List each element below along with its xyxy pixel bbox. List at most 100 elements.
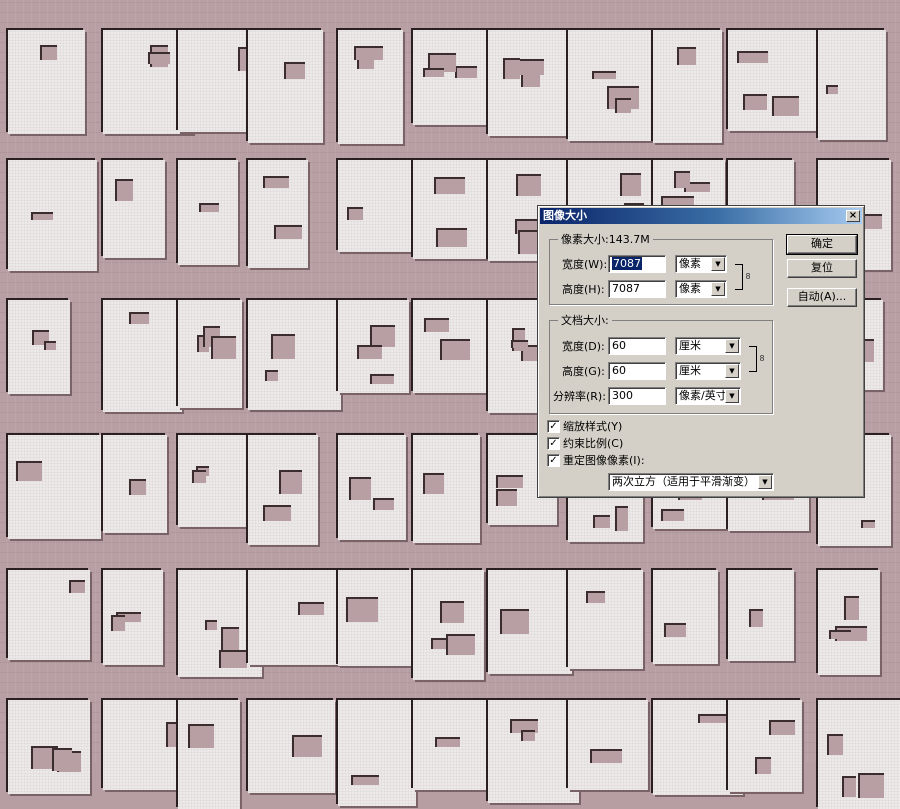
texture-hole (861, 520, 875, 528)
texture-hole (129, 479, 146, 495)
pixel-height-label: 高度(H): (562, 283, 605, 296)
texture-tile (338, 700, 416, 806)
texture-hole (436, 228, 467, 247)
texture-hole (16, 461, 42, 481)
doc-height-input[interactable]: 60 (608, 362, 666, 380)
texture-hole (829, 630, 851, 639)
texture-hole (423, 473, 444, 494)
texture-hole (44, 341, 56, 350)
chevron-down-icon: ▼ (725, 364, 739, 378)
doc-height-unit-select[interactable]: 厘米 ▼ (675, 362, 741, 380)
texture-tile (178, 30, 257, 132)
texture-tile (818, 570, 880, 675)
doc-link-bracket (749, 346, 757, 372)
constrain-proportions-label: 约束比例(C) (563, 437, 624, 450)
resolution-label: 分辨率(R): (553, 390, 606, 403)
texture-hole (772, 96, 799, 116)
resample-method-select[interactable]: 两次立方（适用于平滑渐变） ▼ (608, 473, 774, 491)
texture-hole (354, 46, 383, 60)
texture-tile (103, 160, 165, 258)
texture-hole (590, 749, 622, 763)
texture-hole (423, 68, 444, 77)
texture-hole (284, 62, 305, 79)
dialog-titlebar[interactable]: 图像大小 × (540, 208, 862, 224)
doc-height-label: 高度(G): (562, 365, 605, 378)
texture-tile (728, 700, 802, 792)
chevron-down-icon: ▼ (725, 389, 739, 403)
ok-button[interactable]: 确定 (786, 234, 858, 255)
texture-hole (199, 203, 219, 212)
resample-checkbox[interactable]: ✓ (547, 454, 560, 467)
texture-hole (516, 174, 541, 196)
pixel-link-bracket (735, 264, 743, 290)
chevron-down-icon: ▼ (711, 282, 725, 296)
pixel-width-unit-select[interactable]: 像素 ▼ (675, 255, 727, 273)
doc-width-unit-select[interactable]: 厘米 ▼ (675, 337, 741, 355)
pixel-width-input[interactable]: 7087 (608, 255, 666, 273)
texture-hole (737, 51, 768, 63)
texture-hole (749, 609, 763, 627)
texture-hole (677, 47, 696, 65)
texture-hole (346, 597, 378, 622)
texture-hole (271, 334, 295, 359)
texture-hole (188, 724, 214, 748)
texture-hole (373, 498, 394, 510)
texture-hole (40, 45, 57, 60)
texture-hole (620, 173, 641, 196)
texture-hole (347, 207, 363, 220)
pixel-dimensions-label: 像素大小:143.7M (558, 233, 653, 246)
texture-hole (615, 98, 631, 113)
texture-hole (521, 730, 535, 741)
texture-hole (664, 623, 686, 637)
link-icon: 8 (745, 272, 751, 281)
texture-hole (661, 509, 684, 521)
chevron-down-icon: ▼ (711, 257, 725, 271)
chevron-down-icon: ▼ (758, 475, 772, 489)
scale-styles-checkbox[interactable]: ✓ (547, 420, 560, 433)
texture-hole (263, 505, 291, 521)
texture-hole (844, 596, 859, 620)
texture-hole (424, 318, 449, 332)
close-button[interactable]: × (846, 210, 860, 222)
texture-hole (221, 627, 239, 650)
texture-hole (129, 312, 149, 324)
texture-hole (298, 602, 324, 615)
texture-hole (593, 515, 610, 528)
texture-hole (586, 591, 605, 603)
texture-hole (500, 609, 529, 634)
texture-hole (455, 66, 477, 78)
texture-hole (31, 212, 53, 220)
texture-tile (413, 570, 484, 680)
texture-hole (592, 71, 616, 79)
resolution-input[interactable]: 300 (608, 387, 666, 405)
texture-hole (496, 475, 523, 488)
texture-hole (743, 94, 767, 110)
texture-hole (211, 336, 236, 359)
texture-hole (349, 477, 371, 500)
auto-button[interactable]: 自动(A)... (787, 288, 857, 307)
texture-hole (292, 735, 322, 757)
texture-hole (698, 714, 731, 723)
texture-hole (115, 179, 133, 201)
constrain-proportions-checkbox[interactable]: ✓ (547, 437, 560, 450)
texture-hole (755, 757, 771, 774)
resolution-unit-select[interactable]: 像素/英寸 ▼ (675, 387, 741, 405)
texture-hole (827, 734, 843, 755)
texture-tile (248, 570, 339, 665)
texture-hole (511, 340, 528, 348)
texture-hole (111, 615, 125, 631)
texture-hole (370, 374, 394, 384)
texture-hole (446, 634, 475, 655)
texture-hole (52, 748, 72, 771)
texture-tile (8, 300, 70, 394)
reset-button[interactable]: 复位 (787, 259, 857, 278)
texture-hole (370, 325, 395, 347)
resample-label: 重定图像像素(I): (563, 454, 645, 467)
texture-hole (858, 773, 884, 798)
texture-hole (357, 345, 382, 359)
pixel-height-unit-select[interactable]: 像素 ▼ (675, 280, 727, 298)
texture-hole (265, 370, 278, 381)
pixel-height-input[interactable]: 7087 (608, 280, 666, 298)
doc-width-input[interactable]: 60 (608, 337, 666, 355)
texture-tile (568, 700, 648, 790)
